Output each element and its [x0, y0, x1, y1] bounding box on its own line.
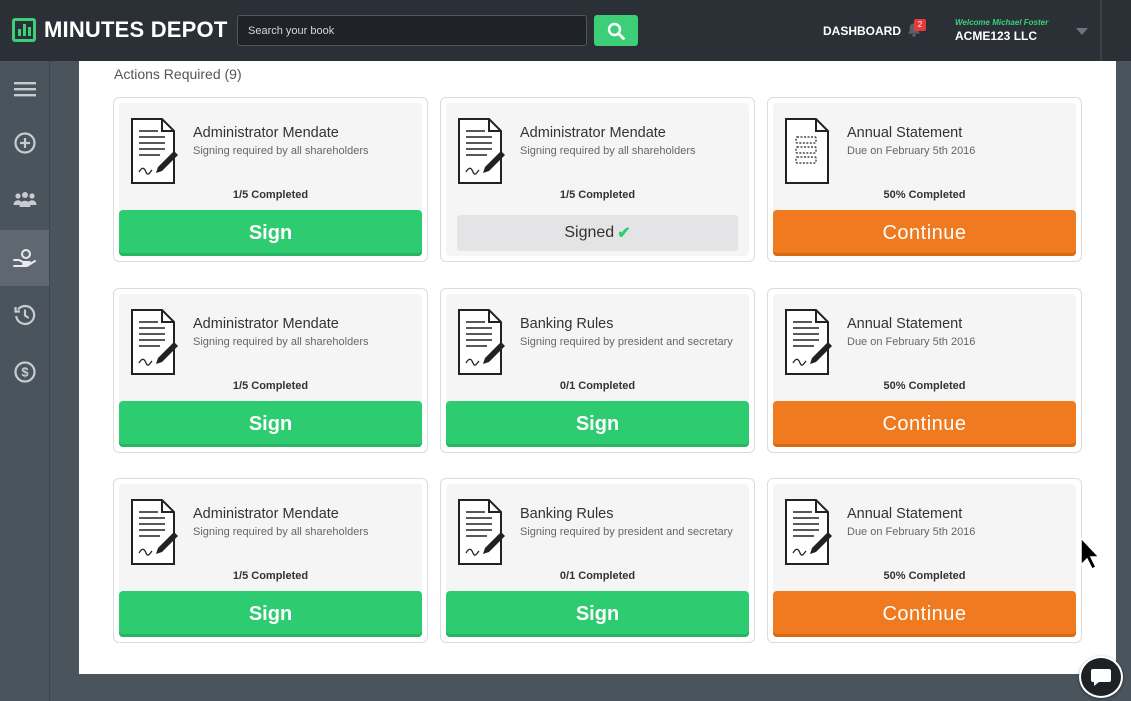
- checkmark-icon: ✔: [617, 225, 631, 242]
- card-title: Administrator Mendate: [520, 125, 666, 141]
- continue-button[interactable]: Continue: [773, 591, 1076, 637]
- chevron-down-icon[interactable]: [1076, 28, 1088, 35]
- app-name: MINUTES DEPOT: [44, 17, 228, 42]
- sidebar-item-add[interactable]: [0, 115, 50, 171]
- divider: [1100, 0, 1102, 61]
- card-title: Banking Rules: [520, 316, 614, 332]
- search-icon: [607, 22, 625, 40]
- card-title: Annual Statement: [847, 316, 963, 332]
- card-subtitle: Signing required by all shareholders: [193, 145, 369, 157]
- card-body: Annual Statement Due on February 5th 2016…: [773, 294, 1076, 447]
- card-progress: 50% Completed: [883, 570, 966, 582]
- signature-document-icon: [130, 308, 182, 381]
- menu-icon: [14, 82, 36, 97]
- card-subtitle: Signing required by president and secret…: [520, 526, 733, 538]
- sign-button[interactable]: Sign: [119, 210, 422, 256]
- card-progress: 1/5 Completed: [559, 189, 636, 201]
- card-subtitle: Signing required by all shareholders: [193, 336, 369, 348]
- company-name[interactable]: ACME123 LLC: [955, 29, 1037, 43]
- top-bar: MINUTES DEPOT DASHBOARD 2 Welcome Michae…: [0, 0, 1131, 61]
- action-card: Administrator Mendate Signing required by…: [440, 97, 755, 262]
- signed-label: Signed: [564, 224, 615, 241]
- bar-chart-book-icon: [12, 18, 36, 42]
- logo[interactable]: MINUTES DEPOT: [12, 17, 228, 43]
- notification-badge: 2: [914, 19, 926, 31]
- card-body: Banking Rules Signing required by preside…: [446, 484, 749, 637]
- sidebar-item-history[interactable]: [0, 287, 50, 343]
- action-card: Administrator Mendate Signing required by…: [113, 478, 428, 643]
- sign-button[interactable]: Sign: [446, 401, 749, 447]
- action-card: Banking Rules Signing required by preside…: [440, 288, 755, 453]
- mouse-cursor-icon: [1080, 537, 1100, 571]
- card-progress: 1/5 Completed: [232, 380, 309, 392]
- continue-button[interactable]: Continue: [773, 401, 1076, 447]
- chat-bubble-icon: [1091, 669, 1111, 686]
- signed-status: Signed ✔: [457, 215, 738, 251]
- action-card: Administrator Mendate Signing required by…: [113, 97, 428, 262]
- card-title: Administrator Mendate: [193, 316, 339, 332]
- sign-button[interactable]: Sign: [119, 591, 422, 637]
- sign-button[interactable]: Sign: [446, 591, 749, 637]
- card-title: Administrator Mendate: [193, 125, 339, 141]
- card-subtitle: Due on February 5th 2016: [847, 526, 976, 538]
- sidebar-item-billing[interactable]: $: [0, 344, 50, 400]
- hand-coin-icon: [13, 249, 36, 267]
- signature-document-icon: [130, 117, 182, 190]
- welcome-text: Welcome Michael Foster: [955, 18, 1049, 27]
- people-icon: [13, 192, 37, 207]
- sidebar: $: [0, 61, 50, 701]
- signature-document-icon: [457, 117, 509, 190]
- search-input[interactable]: [237, 15, 587, 46]
- action-card: Annual Statement Due on February 5th 2016…: [767, 288, 1082, 453]
- divider: [49, 61, 50, 701]
- card-subtitle: Due on February 5th 2016: [847, 145, 976, 157]
- card-title: Annual Statement: [847, 125, 963, 141]
- dashboard-link[interactable]: DASHBOARD: [823, 24, 901, 38]
- card-progress: 50% Completed: [883, 189, 966, 201]
- card-subtitle: Signing required by president and secret…: [520, 336, 733, 348]
- signature-document-icon: [457, 498, 509, 571]
- card-body: Administrator Mendate Signing required by…: [119, 294, 422, 447]
- card-title: Banking Rules: [520, 506, 614, 522]
- chat-button[interactable]: [1079, 656, 1123, 698]
- history-icon: [14, 304, 36, 326]
- card-body: Annual Statement Due on February 5th 2016…: [773, 103, 1076, 256]
- card-title: Annual Statement: [847, 506, 963, 522]
- card-subtitle: Due on February 5th 2016: [847, 336, 976, 348]
- card-body: Administrator Mendate Signing required by…: [119, 103, 422, 256]
- card-subtitle: Signing required by all shareholders: [520, 145, 696, 157]
- signature-document-icon: [130, 498, 182, 571]
- continue-button[interactable]: Continue: [773, 210, 1076, 256]
- dollar-circle-icon: $: [14, 361, 36, 383]
- action-card: Banking Rules Signing required by preside…: [440, 478, 755, 643]
- card-progress: 0/1 Completed: [559, 380, 636, 392]
- signature-document-icon: [457, 308, 509, 381]
- signature-document-icon: [784, 498, 836, 571]
- search-button[interactable]: [594, 15, 638, 46]
- card-body: Administrator Mendate Signing required by…: [119, 484, 422, 637]
- action-card: Annual Statement Due on February 5th 2016…: [767, 478, 1082, 643]
- sidebar-item-people[interactable]: [0, 172, 50, 228]
- add-circle-icon: [14, 132, 36, 154]
- action-card: Annual Statement Due on February 5th 2016…: [767, 97, 1082, 262]
- card-body: Banking Rules Signing required by preside…: [446, 294, 749, 447]
- card-progress: 0/1 Completed: [559, 570, 636, 582]
- card-progress: 1/5 Completed: [232, 189, 309, 201]
- card-body: Annual Statement Due on February 5th 2016…: [773, 484, 1076, 637]
- card-body: Administrator Mendate Signing required by…: [446, 103, 749, 256]
- action-card: Administrator Mendate Signing required by…: [113, 288, 428, 453]
- card-progress: 1/5 Completed: [232, 570, 309, 582]
- signature-document-icon: [784, 308, 836, 381]
- card-progress: 50% Completed: [883, 380, 966, 392]
- sidebar-item-menu[interactable]: [0, 61, 50, 117]
- section-title: Actions Required (9): [114, 66, 242, 82]
- card-subtitle: Signing required by all shareholders: [193, 526, 369, 538]
- card-title: Administrator Mendate: [193, 506, 339, 522]
- sidebar-item-actions[interactable]: [0, 230, 50, 286]
- sign-button[interactable]: Sign: [119, 401, 422, 447]
- svg-text:$: $: [21, 365, 29, 380]
- form-document-icon: [784, 117, 836, 190]
